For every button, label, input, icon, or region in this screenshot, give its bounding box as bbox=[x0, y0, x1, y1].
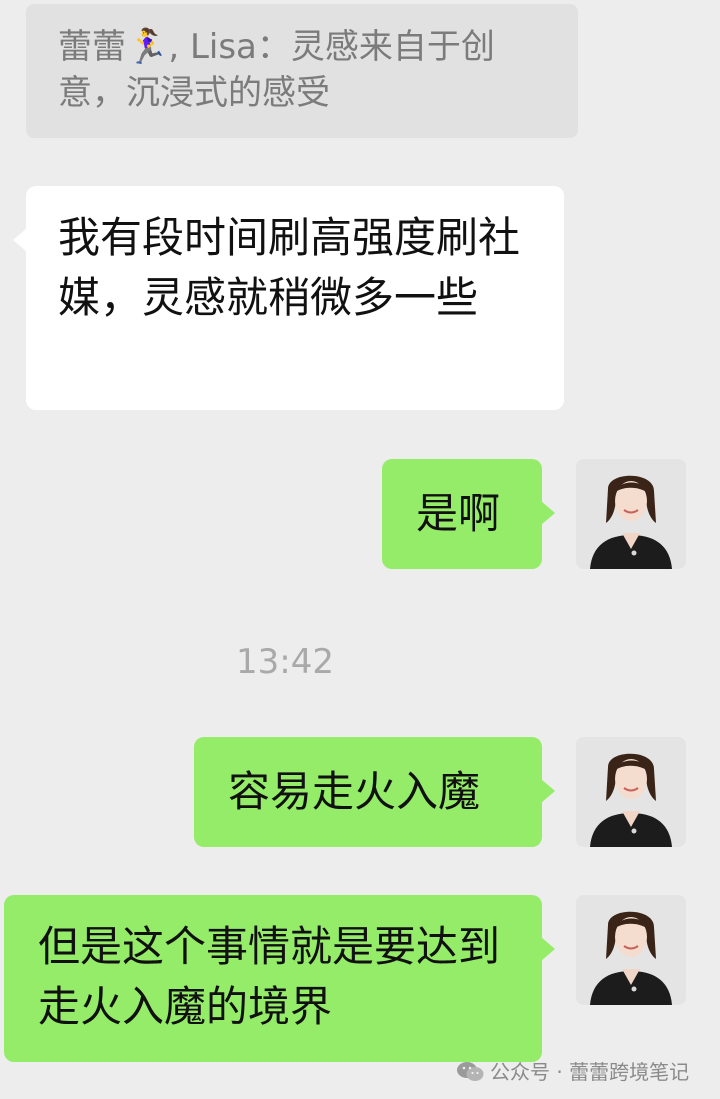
bubble-tail bbox=[541, 501, 555, 525]
bubble-tail bbox=[13, 228, 27, 252]
timestamp: 13:42 bbox=[236, 642, 334, 682]
avatar[interactable] bbox=[576, 459, 686, 569]
avatar-portrait-icon bbox=[576, 459, 686, 569]
watermark-text: 公众号 · 蕾蕾跨境笔记 bbox=[490, 1060, 690, 1084]
message-text: 是啊 bbox=[416, 489, 501, 538]
bubble-tail bbox=[541, 937, 555, 961]
incoming-message-bubble[interactable]: 我有段时间刷高强度刷社媒，灵感就稍微多一些 bbox=[13, 186, 564, 410]
avatar[interactable] bbox=[576, 895, 686, 1005]
outgoing-message-bubble[interactable]: 是啊 bbox=[382, 459, 555, 569]
outgoing-message-bubble[interactable]: 但是这个事情就是要达到走火入魔的境界 bbox=[4, 895, 555, 1062]
avatar[interactable] bbox=[576, 737, 686, 847]
bubble-tail bbox=[541, 779, 555, 803]
watermark: 公众号 · 蕾蕾跨境笔记 bbox=[456, 1055, 689, 1089]
message-text: 我有段时间刷高强度刷社媒，灵感就稍微多一些 bbox=[58, 213, 521, 322]
avatar-portrait-icon bbox=[576, 895, 686, 1005]
outgoing-message-bubble[interactable]: 容易走火入魔 bbox=[194, 737, 555, 847]
wechat-icon bbox=[456, 1061, 484, 1083]
message-text: 但是这个事情就是要达到走火入魔的境界 bbox=[38, 922, 501, 1031]
quoted-message[interactable]: 蕾蕾🏃‍♀️, Lisa：灵感来自于创意，沉浸式的感受 bbox=[26, 4, 578, 138]
message-text: 容易走火入魔 bbox=[228, 767, 481, 816]
quoted-message-text: 蕾蕾🏃‍♀️, Lisa：灵感来自于创意，沉浸式的感受 bbox=[58, 27, 495, 113]
avatar-portrait-icon bbox=[576, 737, 686, 847]
